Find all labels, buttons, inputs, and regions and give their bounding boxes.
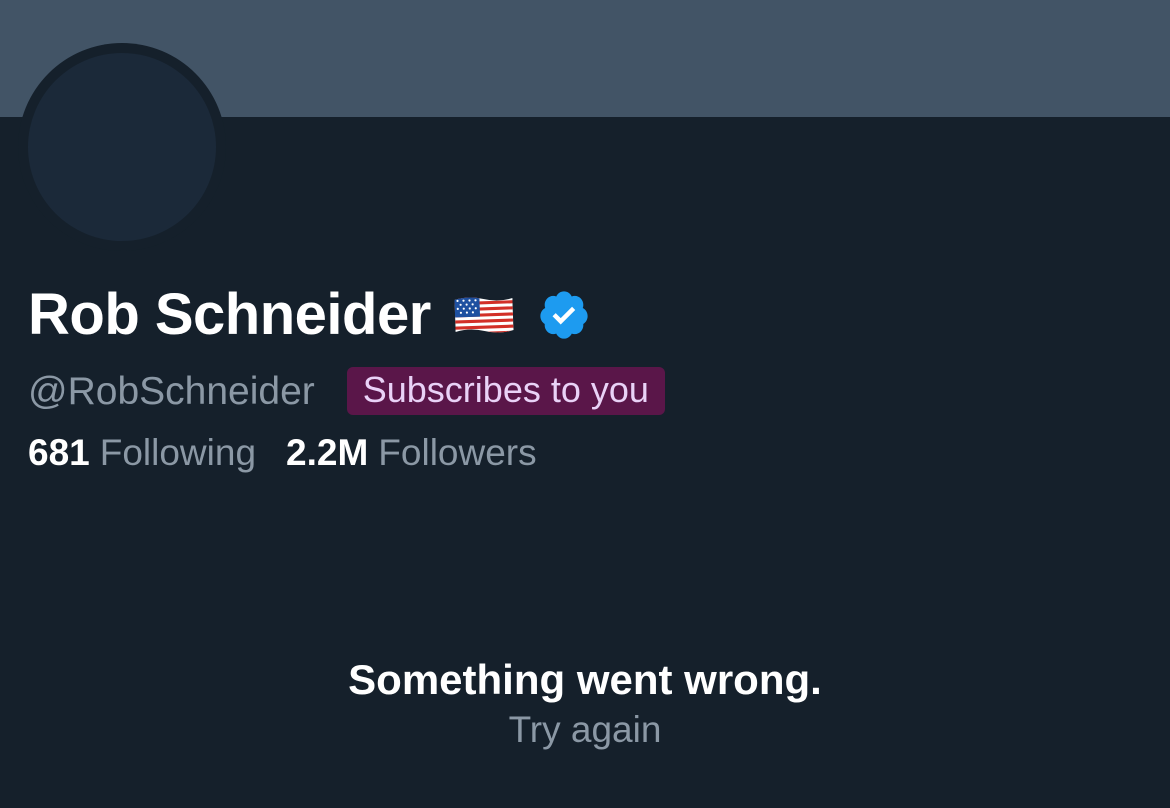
follow-stats: 681 Following 2.2M Followers (28, 430, 537, 474)
followers-label: Followers (378, 431, 537, 473)
us-flag-icon (452, 294, 515, 336)
user-handle: @RobSchneider (28, 369, 315, 413)
following-link[interactable]: 681 Following (28, 434, 256, 471)
display-name: Rob Schneider (28, 282, 431, 347)
error-message: Something went wrong. (348, 656, 822, 703)
followers-link[interactable]: 2.2M Followers (286, 434, 537, 471)
subscribes-to-you-badge: Subscribes to you (346, 367, 665, 415)
following-label: Following (99, 431, 257, 473)
try-again-button[interactable]: Try again (0, 708, 1170, 752)
profile-name-row: Rob Schneider (28, 278, 591, 352)
followers-count: 2.2M (286, 431, 369, 473)
following-count: 681 (28, 431, 90, 473)
profile-handle-row: @RobSchneider Subscribes to you (28, 366, 665, 416)
avatar[interactable] (28, 53, 216, 241)
verified-badge-icon[interactable] (537, 288, 591, 342)
